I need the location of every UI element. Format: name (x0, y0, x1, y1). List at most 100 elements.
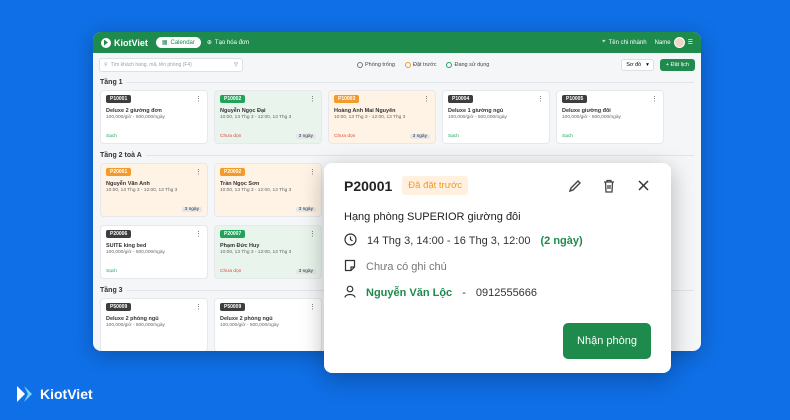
room-card[interactable]: P50009 ⋮ Deluxe 2 phòng ngủ 100,000/giờ … (100, 298, 208, 351)
user-name: Name (654, 39, 671, 46)
clock-icon (344, 233, 357, 249)
room-title: Deluxe giường đôi (562, 108, 611, 114)
more-options-icon[interactable]: ⋮ (309, 95, 316, 103)
room-card[interactable]: P20001 ⋮ Nguyễn Văn Anh 10:00, 13 Thg 3 … (100, 163, 208, 217)
room-card[interactable]: P10004 ⋮ Deluxe 1 giường ngủ 100,000/giờ… (442, 90, 550, 144)
room-code-badge: P10001 (106, 95, 132, 103)
section-title: Tầng 1 (93, 77, 701, 88)
room-code-badge: P20002 (220, 168, 246, 176)
nights-badge: 3 ngày (295, 134, 316, 139)
room-title: Deluxe 2 phòng ngủ (220, 316, 273, 322)
room-card[interactable]: P10003 ⋮ Hoàng Anh Mai Nguyên 10:00, 13 … (328, 90, 436, 144)
search-placeholder: Tìm khách hàng, mã, tên phòng (F4) (110, 62, 192, 68)
more-options-icon[interactable]: ⋮ (195, 230, 202, 238)
room-subtitle: 100,000/giờ - 500,000/ngày (106, 115, 165, 120)
room-card[interactable]: P10005 ⋮ Deluxe giường đôi 100,000/giờ -… (556, 90, 664, 144)
room-code-badge: P10005 (562, 95, 588, 103)
booking-time: 14 Thg 3, 14:00 - 16 Thg 3, 12:00 (367, 235, 531, 247)
user-menu[interactable]: Name ☰ (655, 37, 693, 48)
radio-icon (357, 62, 363, 68)
room-subtitle: 100,000/giờ - 500,000/ngày (562, 115, 621, 120)
room-subtitle: 10:00, 13 Thg 3 - 12:00, 13 Thg 3 (220, 115, 292, 120)
room-card[interactable]: P10002 ⋮ Nguyễn Ngọc Đại 10:00, 13 Thg 3… (214, 90, 322, 144)
search-input[interactable]: ⚲ Tìm khách hàng, mã, tên phòng (F4) ▽ (99, 58, 243, 72)
edit-pencil-icon[interactable] (567, 178, 583, 194)
section-title-label: Tầng 1 (100, 79, 123, 86)
room-code-badge: P10004 (448, 95, 474, 103)
booking-detail-popup: P20001 Đã đặt trước Hạng phòng SUPERIOR … (324, 163, 671, 373)
room-code-badge: P20001 (106, 168, 132, 176)
room-status: Sạch (448, 134, 459, 139)
view-select[interactable]: Sơ đồ ▾ (621, 59, 654, 71)
filter-label: Phòng trống (365, 62, 395, 68)
room-code-badge: P20007 (220, 230, 246, 238)
filter-in-use[interactable]: Đang sử dụng (446, 62, 489, 68)
room-card[interactable]: P20006 ⋮ SUITE king bed 100,000/giờ - 50… (100, 225, 208, 279)
room-title: SUITE king bed (106, 243, 147, 249)
filter-label: Đặt trước (412, 62, 437, 68)
guest-phone: 0912555666 (475, 287, 538, 299)
room-card[interactable]: P20007 ⋮ Phạm Đức Huy 10:00, 13 Thg 3 - … (214, 225, 322, 279)
nights-badge: 3 ngày (409, 134, 430, 139)
filter-label: Đang sử dụng (454, 62, 490, 68)
room-code: P20001 (344, 177, 393, 194)
room-code-badge: P10002 (220, 95, 246, 103)
filter-icon[interactable]: ▽ (234, 62, 238, 68)
kiotviet-logo-icon (101, 37, 111, 48)
divider (145, 155, 694, 156)
more-options-icon[interactable]: ⋮ (651, 95, 658, 103)
divider (126, 82, 694, 83)
status-filters: Phòng trống Đặt trước Đang sử dụng (357, 62, 489, 68)
add-booking-button[interactable]: + Đặt lịch (659, 59, 695, 71)
room-title: Trần Ngọc Sơn (220, 181, 260, 187)
room-type: Hạng phòng SUPERIOR giường đôi (344, 211, 521, 223)
calendar-icon: ▦ (161, 40, 168, 46)
plus-circle-icon: ⊕ (206, 40, 212, 46)
radio-icon (404, 62, 411, 68)
new-invoice-link[interactable]: ⊕ Tạo hóa đơn (206, 39, 249, 47)
menu-icon[interactable]: ☰ (688, 39, 693, 46)
booking-note: Chưa có ghi chú (366, 261, 447, 273)
room-status: Chưa dọn (220, 269, 242, 274)
location-pin-icon: ⌖ (602, 39, 606, 45)
room-card[interactable]: P10001 ⋮ Deluxe 2 giường đơn 100,000/giờ… (100, 90, 208, 144)
logo-text: KiotViet (114, 37, 148, 48)
search-icon: ⚲ (104, 62, 108, 68)
guest-name[interactable]: Nguyễn Văn Lộc (366, 287, 452, 299)
more-options-icon[interactable]: ⋮ (195, 95, 202, 103)
avatar (673, 37, 685, 48)
room-title: Hoàng Anh Mai Nguyên (334, 108, 396, 114)
more-options-icon[interactable]: ⋮ (537, 95, 544, 103)
branch-label: Tên chi nhánh (608, 39, 647, 46)
close-icon[interactable] (635, 178, 651, 194)
view-label: Sơ đồ (626, 62, 642, 68)
room-title: Nguyễn Văn Anh (106, 181, 150, 187)
branch-selector[interactable]: ⌖ Tên chi nhánh (602, 39, 646, 46)
note-icon (344, 259, 356, 275)
nights-badge: 3 ngày (181, 207, 202, 212)
top-navbar: KiotViet ▦ Calendar ⊕ Tạo hóa đơn ⌖ Tên chi… (93, 32, 701, 53)
more-options-icon[interactable]: ⋮ (195, 303, 202, 311)
filter-booked[interactable]: Đặt trước (404, 62, 437, 68)
section-title-label: Tầng 2 toà A (100, 152, 142, 159)
more-options-icon[interactable]: ⋮ (309, 168, 316, 176)
room-card[interactable]: P20002 ⋮ Trần Ngọc Sơn 10:00, 13 Thg 3 -… (214, 163, 322, 217)
brand-text: KiotViet (40, 386, 93, 402)
tab-calendar[interactable]: ▦ Calendar (155, 37, 201, 48)
more-options-icon[interactable]: ⋮ (309, 303, 316, 311)
room-subtitle: 100,000/giờ - 500,000/ngày (106, 250, 165, 255)
more-options-icon[interactable]: ⋮ (309, 230, 316, 238)
room-code-badge: P50009 (220, 303, 246, 311)
room-subtitle: 10:00, 13 Thg 3 - 12:00, 13 Thg 3 (334, 115, 406, 120)
more-options-icon[interactable]: ⋮ (423, 95, 430, 103)
filter-empty[interactable]: Phòng trống (357, 62, 395, 68)
logo[interactable]: KiotViet (101, 37, 148, 48)
room-status: Sạch (562, 134, 573, 139)
room-card[interactable]: P50009 ⋮ Deluxe 2 phòng ngủ 100,000/giờ … (214, 298, 322, 351)
check-in-button[interactable]: Nhận phòng (563, 323, 651, 359)
more-options-icon[interactable]: ⋮ (195, 168, 202, 176)
room-title: Deluxe 2 giường đơn (106, 108, 162, 114)
nights-badge: 3 ngày (295, 269, 316, 274)
trash-icon[interactable] (601, 178, 617, 194)
section-title-label: Tầng 3 (100, 287, 123, 294)
